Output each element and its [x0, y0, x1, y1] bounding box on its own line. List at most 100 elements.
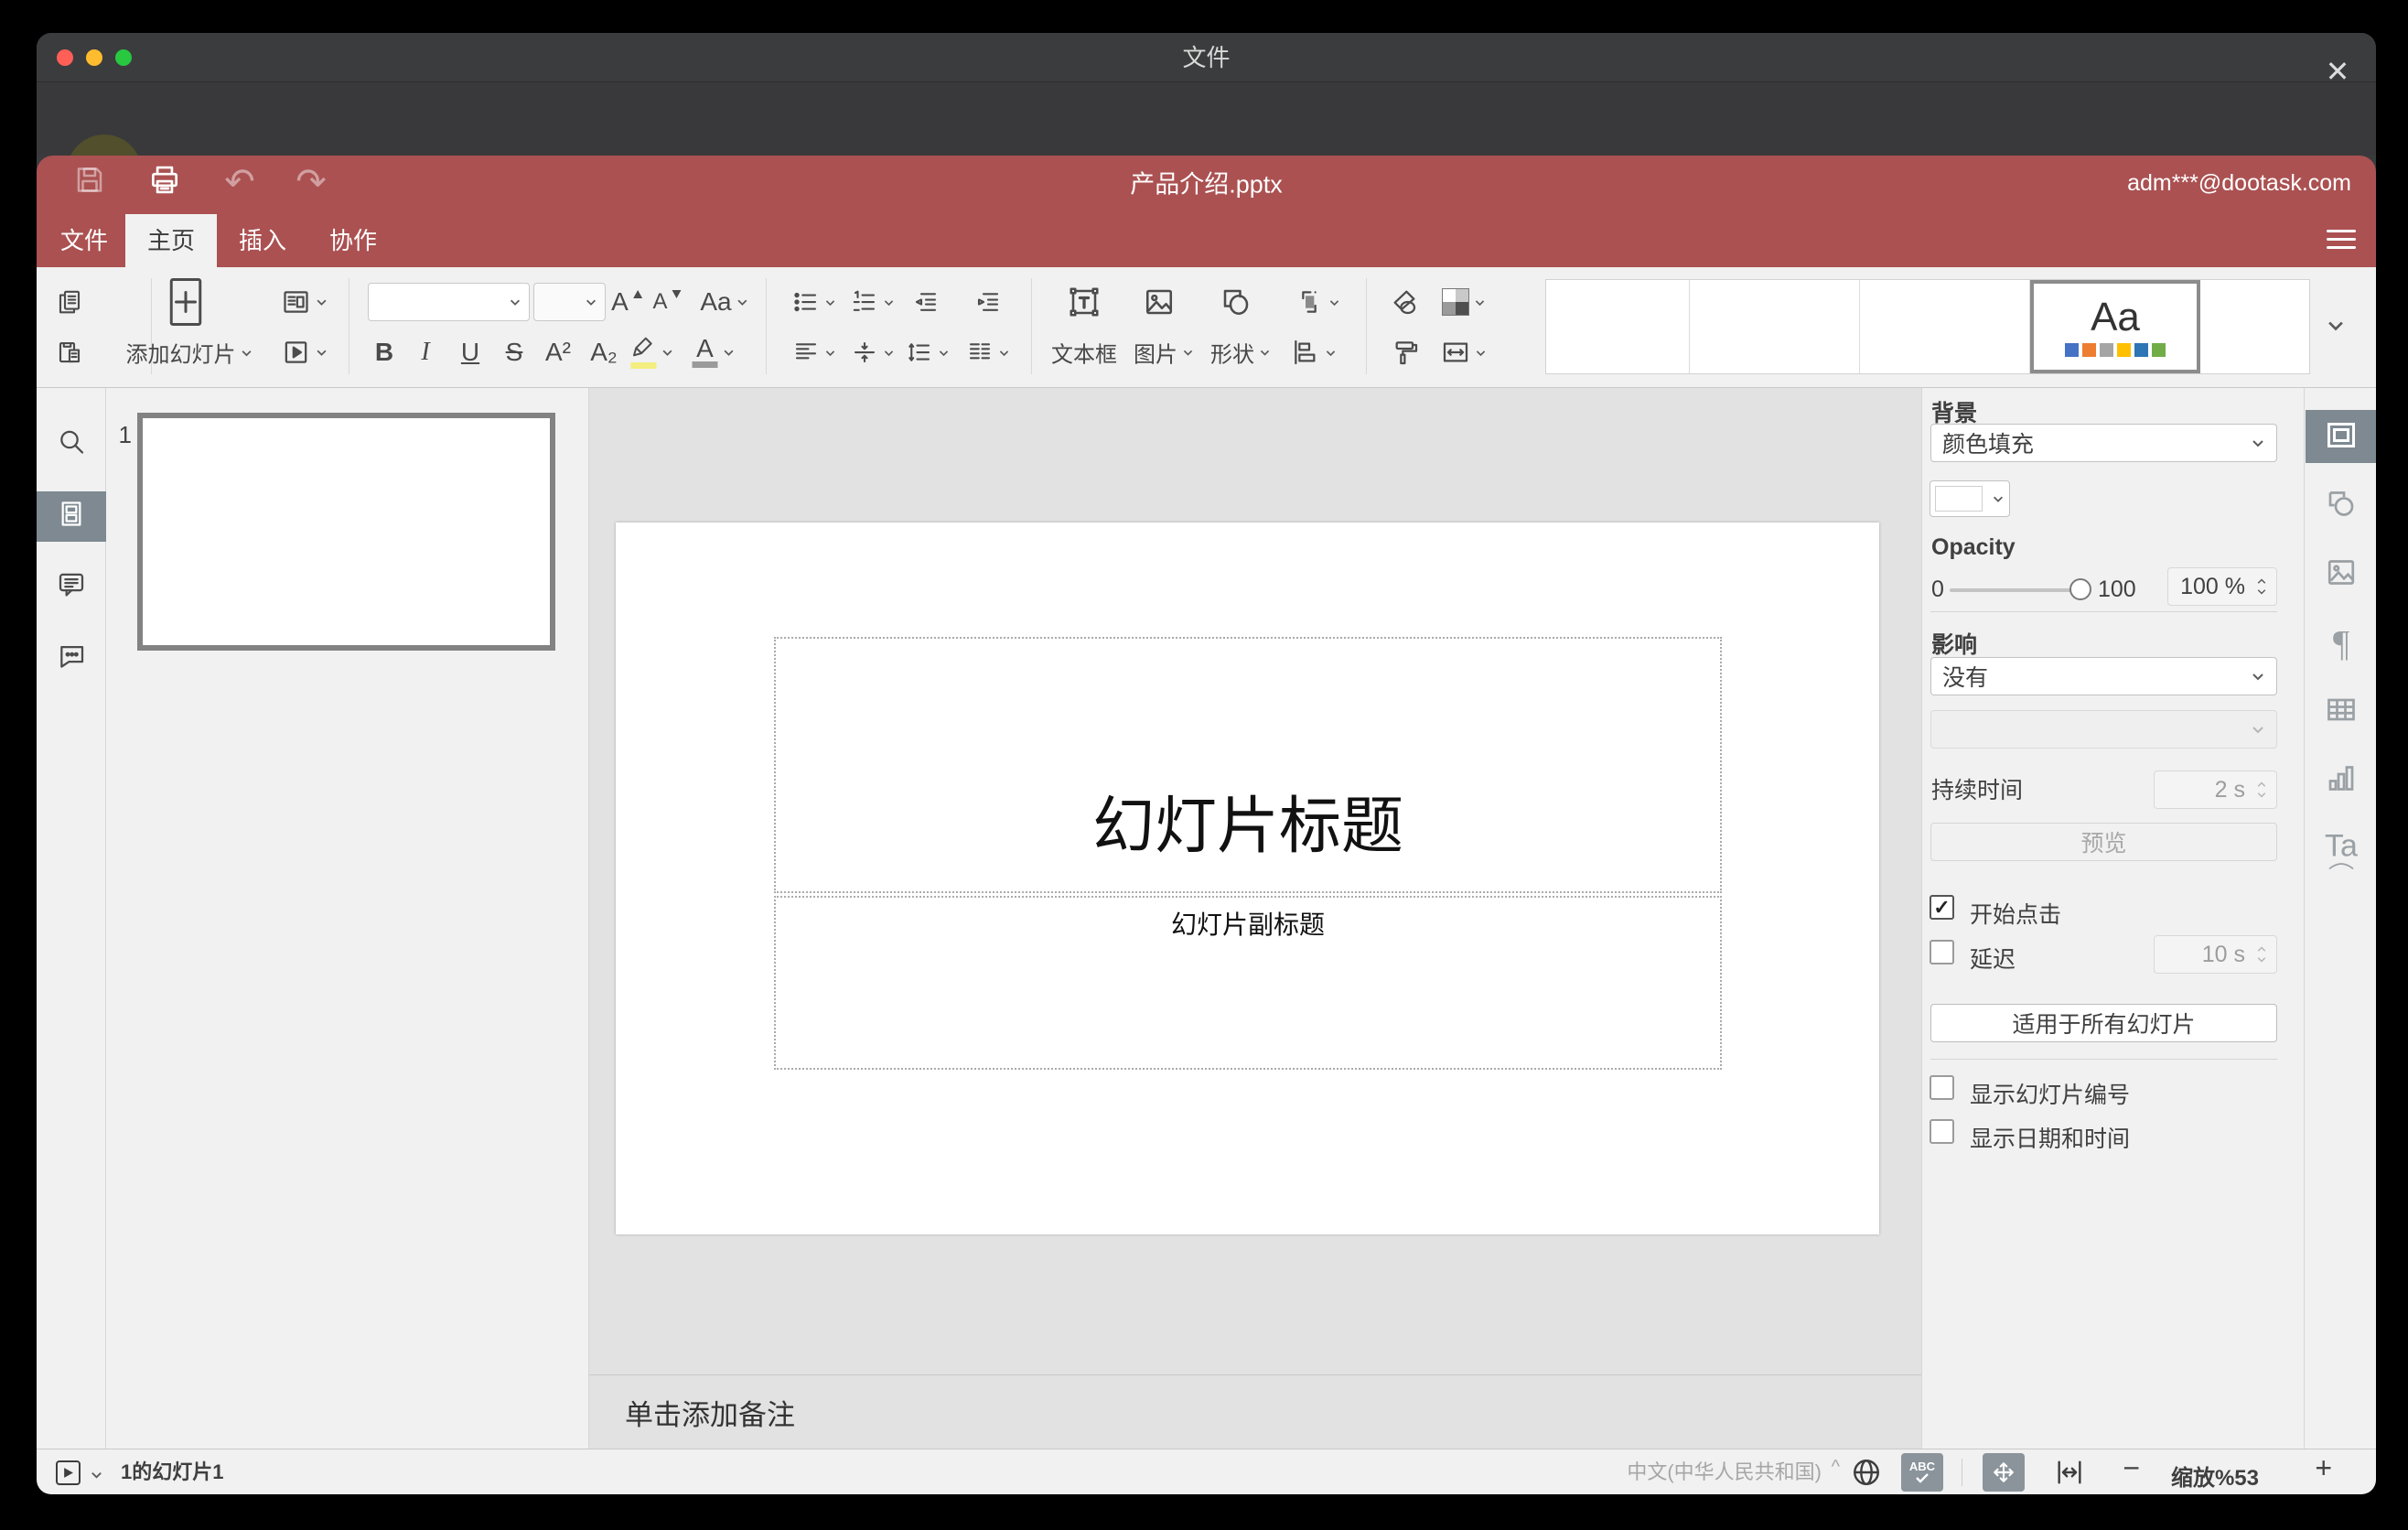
columns-button[interactable] [966, 339, 1010, 366]
tab-file[interactable]: 文件 [38, 214, 130, 267]
increase-indent-button[interactable] [974, 288, 1002, 316]
theme-thumbnail[interactable] [1860, 280, 2030, 373]
text-box-label[interactable]: 文本框 [1051, 337, 1117, 369]
start-on-click-checkbox[interactable]: ✓ [1930, 895, 1954, 920]
fit-to-slide-button[interactable] [1983, 1453, 2025, 1492]
chevron-up-icon[interactable] [2256, 945, 2267, 953]
start-slideshow-button[interactable] [282, 338, 328, 367]
add-slide-label[interactable]: 添加幻灯片 [126, 337, 253, 369]
font-size-combo[interactable] [533, 283, 606, 321]
text-art-settings-tab[interactable]: Ta [2325, 829, 2358, 870]
theme-gallery-expand-button[interactable] [2326, 316, 2346, 336]
arrange-shape-button[interactable] [1295, 287, 1340, 317]
print-button[interactable] [147, 163, 182, 202]
italic-button[interactable]: I [421, 338, 429, 367]
slides-panel-button[interactable] [57, 500, 86, 533]
apply-to-all-slides-button[interactable]: 适用于所有幻灯片 [1930, 1004, 2277, 1042]
subscript-button[interactable]: A₂ [590, 338, 618, 367]
paragraph-settings-tab[interactable]: ¶ [2333, 622, 2349, 665]
slide-canvas[interactable]: 幻灯片标题 幻灯片副标题 [616, 523, 1879, 1234]
bold-button[interactable]: B [375, 338, 393, 367]
search-button[interactable] [57, 427, 86, 461]
opacity-slider-track[interactable] [1950, 588, 2080, 592]
slide-thumbnail[interactable] [137, 413, 555, 651]
shape-fill-button[interactable] [1442, 288, 1486, 316]
insert-image-button[interactable] [1143, 286, 1176, 318]
shape-settings-tab[interactable] [2325, 488, 2358, 525]
font-color-button[interactable]: A [692, 336, 736, 368]
delay-checkbox[interactable] [1930, 940, 1954, 964]
decrease-font-button[interactable]: A [652, 289, 682, 315]
chevron-down-icon[interactable] [2256, 588, 2267, 596]
background-fill-dropdown[interactable]: 颜色填充 [1930, 424, 2277, 462]
add-slide-button[interactable] [167, 275, 205, 329]
tab-home[interactable]: 主页 [125, 214, 218, 267]
line-spacing-button[interactable] [906, 339, 950, 366]
chart-settings-tab[interactable] [2325, 762, 2358, 800]
opacity-slider-thumb[interactable] [2069, 578, 2091, 600]
chevron-up-icon[interactable] [2256, 781, 2267, 788]
undo-button[interactable]: ↶ [224, 164, 255, 200]
slide-size-button[interactable] [1441, 338, 1487, 367]
paste-button[interactable] [56, 339, 83, 366]
chevron-down-icon[interactable] [2256, 792, 2267, 799]
bullets-button[interactable] [792, 288, 836, 316]
vertical-align-button[interactable] [851, 339, 895, 366]
theme-thumbnail[interactable] [1546, 280, 1690, 373]
underline-button[interactable]: U [461, 338, 479, 367]
redo-button[interactable]: ↷ [296, 164, 327, 200]
theme-thumbnail[interactable] [1690, 280, 1860, 373]
comments-button[interactable] [57, 570, 86, 604]
start-slideshow-status-button[interactable] [56, 1460, 81, 1485]
zoom-out-button[interactable]: − [2123, 1451, 2140, 1485]
superscript-button[interactable]: A² [545, 338, 571, 367]
insert-shape-label[interactable]: 形状 [1210, 337, 1271, 369]
zoom-in-button[interactable]: + [2315, 1451, 2332, 1485]
table-settings-tab[interactable] [2325, 694, 2358, 731]
font-name-combo[interactable] [368, 283, 530, 321]
clear-style-button[interactable] [1391, 287, 1420, 317]
chevron-down-icon[interactable] [2256, 956, 2267, 964]
effect-dropdown[interactable]: 没有 [1930, 657, 2277, 695]
theme-thumbnail-selected[interactable]: Aa [2030, 280, 2200, 373]
chat-button[interactable] [57, 641, 86, 675]
align-shape-button[interactable] [1291, 338, 1337, 367]
delay-spinner[interactable]: 10 s [2154, 935, 2277, 974]
fit-to-width-button[interactable] [2054, 1457, 2085, 1492]
show-slide-number-checkbox[interactable] [1930, 1075, 1954, 1100]
increase-font-button[interactable]: A [611, 287, 642, 317]
slide-layout-button[interactable] [282, 287, 328, 317]
preview-button[interactable]: 预览 [1930, 823, 2277, 861]
title-placeholder[interactable]: 幻灯片标题 [774, 637, 1722, 893]
copy-button[interactable] [56, 288, 83, 316]
decrease-indent-button[interactable] [912, 288, 940, 316]
set-language-button[interactable] [1851, 1457, 1882, 1492]
menu-icon[interactable] [2327, 224, 2356, 252]
highlight-color-button[interactable] [630, 336, 674, 369]
strikethrough-button[interactable]: S [506, 338, 523, 367]
tab-collaboration[interactable]: 协作 [307, 214, 399, 267]
subtitle-placeholder[interactable]: 幻灯片副标题 [774, 896, 1722, 1070]
text-box-button[interactable] [1068, 286, 1101, 318]
close-icon[interactable]: ✕ [2321, 55, 2354, 88]
save-button[interactable] [73, 164, 106, 201]
copy-style-button[interactable] [1391, 338, 1420, 367]
insert-image-label[interactable]: 图片 [1134, 337, 1194, 369]
tab-insert[interactable]: 插入 [217, 214, 308, 267]
insert-shape-button[interactable] [1220, 286, 1252, 318]
change-case-button[interactable]: Aa [700, 287, 748, 317]
show-date-time-checkbox[interactable] [1930, 1119, 1954, 1144]
numbering-button[interactable] [851, 288, 895, 316]
spell-check-button[interactable]: ABC [1901, 1453, 1943, 1492]
chevron-down-icon[interactable] [90, 1468, 103, 1482]
slide-settings-tab[interactable] [2325, 419, 2358, 457]
language-selector[interactable]: 中文(中华人民共和国) [1627, 1449, 1822, 1494]
effect-type-dropdown[interactable] [1930, 710, 2277, 749]
chevron-up-icon[interactable] [2256, 577, 2267, 585]
image-settings-tab[interactable] [2325, 556, 2358, 594]
background-color-picker[interactable] [1930, 480, 2010, 517]
horizontal-align-button[interactable] [792, 339, 836, 366]
theme-thumbnail[interactable] [2200, 280, 2309, 373]
opacity-spinner[interactable]: 100 % [2167, 567, 2277, 606]
notes-input[interactable]: 单击添加备注 [589, 1374, 1921, 1449]
